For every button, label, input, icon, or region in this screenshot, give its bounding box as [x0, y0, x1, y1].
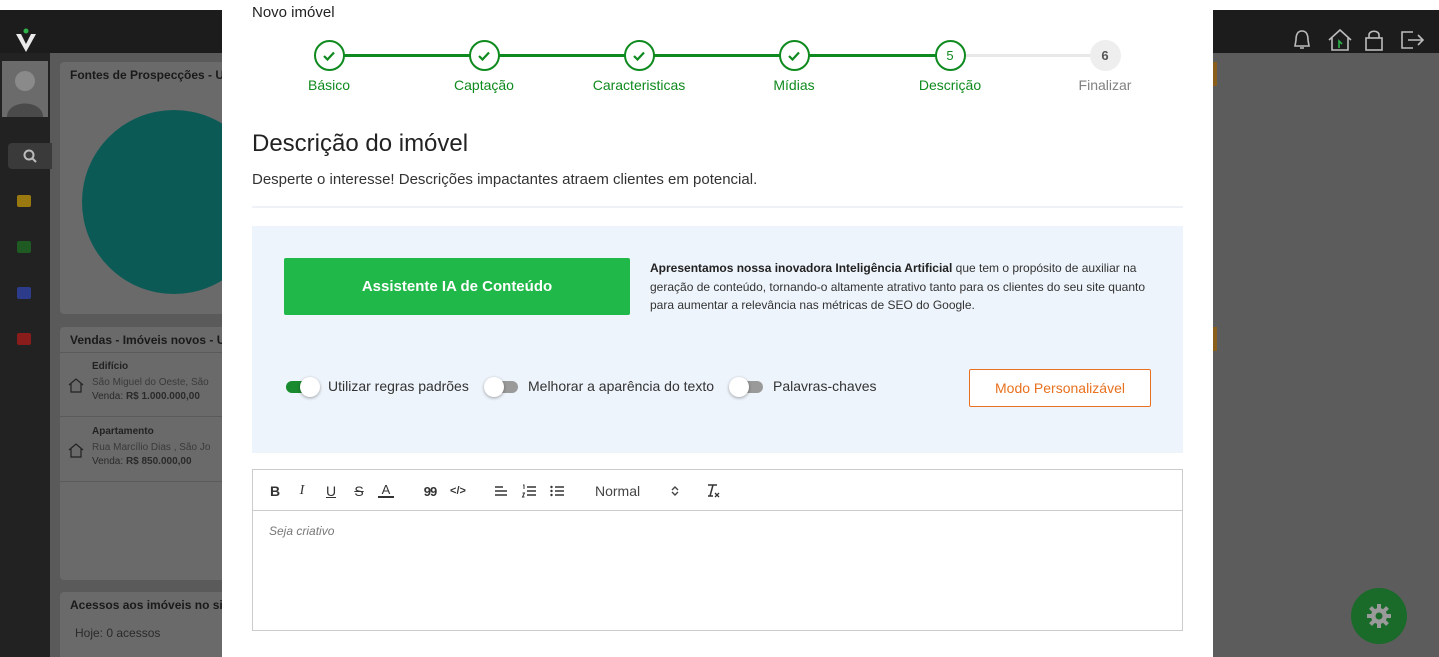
- avatar[interactable]: [2, 61, 48, 117]
- code-button[interactable]: </>: [448, 482, 468, 500]
- step-label: Mídias: [773, 77, 815, 93]
- format-select[interactable]: Normal: [595, 482, 679, 500]
- step-label: Captação: [454, 77, 514, 93]
- sales-panel-title: Vendas - Imóveis novos - U: [70, 333, 226, 347]
- sources-panel-title: Fontes de Prospecções - U: [70, 68, 225, 82]
- step-done-icon: [468, 40, 500, 71]
- step-done-icon: [313, 40, 345, 71]
- access-today-label: Hoje:: [75, 626, 104, 640]
- access-today-value: 0 acessos: [106, 626, 161, 640]
- description-editor: B I U S A 99 </> Normal Seja criativo: [252, 469, 1183, 631]
- section-heading: Descrição do imóvel: [252, 130, 469, 157]
- sale-price-label: Venda:: [92, 456, 124, 467]
- step-captacao[interactable]: Captação: [424, 40, 544, 93]
- sale-item-type: Apartamento: [92, 426, 154, 437]
- toggle-default-rules[interactable]: Utilizar regras padrões: [284, 376, 469, 397]
- sales-panel: Vendas - Imóveis novos - U Edifício São …: [60, 327, 230, 580]
- ordered-list-button[interactable]: [520, 482, 538, 500]
- ai-assistant-button[interactable]: Assistente IA de Conteúdo: [284, 258, 630, 315]
- italic-button[interactable]: I: [295, 482, 309, 500]
- new-property-modal: Novo imóvel Básico Captação Caracteristi…: [222, 0, 1213, 657]
- lock-icon[interactable]: [1363, 28, 1385, 52]
- toggle-label: Melhorar a aparência do texto: [528, 378, 714, 394]
- editor-toolbar: B I U S A 99 </> Normal: [253, 470, 1182, 511]
- dashboard-icon[interactable]: [17, 195, 31, 207]
- step-midias[interactable]: Mídias: [734, 40, 854, 93]
- access-panel-title: Acessos aos imóveis no si: [70, 598, 223, 612]
- sale-item-address: Rua Marcílio Dias , São Jo: [92, 442, 211, 453]
- underline-button[interactable]: U: [323, 482, 339, 500]
- toggle-label: Utilizar regras padrões: [328, 378, 469, 394]
- step-caracteristicas[interactable]: Caracteristicas: [579, 40, 699, 93]
- align-button[interactable]: [492, 482, 510, 500]
- step-label: Básico: [307, 77, 351, 93]
- step-done-icon: [623, 40, 655, 71]
- toggle-switch[interactable]: [729, 376, 765, 397]
- modal-title: Novo imóvel: [252, 4, 335, 21]
- toggle-label: Palavras-chaves: [773, 378, 877, 394]
- logo-icon: [16, 28, 36, 52]
- format-select-value: Normal: [595, 483, 641, 499]
- section-subheading: Desperte o interesse! Descrições impacta…: [252, 171, 758, 188]
- access-panel: Acessos aos imóveis no si Hoje: 0 acesso…: [60, 592, 230, 657]
- step-done-icon: [778, 40, 810, 71]
- settings-fab[interactable]: [1351, 588, 1407, 644]
- custom-mode-button[interactable]: Modo Personalizável: [969, 369, 1151, 407]
- ai-assistant-panel: Assistente IA de Conteúdo Apresentamos n…: [252, 226, 1183, 453]
- users-icon[interactable]: [17, 287, 31, 299]
- bullet-list-icon: [550, 485, 564, 497]
- select-arrows-icon: [671, 486, 679, 496]
- editor-placeholder[interactable]: Seja criativo: [269, 524, 334, 538]
- bold-button[interactable]: B: [267, 482, 283, 500]
- toggle-switch[interactable]: [284, 376, 320, 397]
- strike-button[interactable]: S: [351, 482, 367, 500]
- divider: [252, 206, 1183, 208]
- toggle-improve-text[interactable]: Melhorar a aparência do texto: [484, 376, 714, 397]
- text-color-button[interactable]: A: [378, 482, 394, 498]
- buildings-icon[interactable]: [17, 241, 31, 253]
- toggle-switch[interactable]: [484, 376, 520, 397]
- step-label: Caracteristicas: [592, 77, 686, 93]
- bell-icon[interactable]: [1291, 28, 1313, 52]
- step-label: Finalizar: [1078, 77, 1132, 93]
- logout-icon[interactable]: [1399, 28, 1425, 52]
- home-icon[interactable]: [1327, 28, 1352, 52]
- house-icon: [68, 378, 84, 393]
- panel-edge: [1213, 62, 1217, 86]
- ai-description: Apresentamos nossa inovadora Inteligênci…: [650, 259, 1160, 315]
- blockquote-button[interactable]: 99: [421, 482, 439, 500]
- bullet-list-button[interactable]: [548, 482, 566, 500]
- house-icon: [68, 443, 84, 458]
- sidebar: [0, 53, 52, 657]
- clear-format-icon: [708, 484, 720, 498]
- sale-item-address: São Miguel do Oeste, São: [92, 377, 209, 388]
- clear-format-button[interactable]: [705, 482, 721, 500]
- align-left-icon: [495, 486, 507, 496]
- step-number: 6: [1089, 40, 1121, 71]
- gear-icon: [1367, 604, 1391, 628]
- step-label: Descrição: [918, 77, 982, 93]
- ordered-list-icon: [521, 484, 536, 498]
- step-basico[interactable]: Básico: [269, 40, 389, 93]
- sale-price: R$ 1.000.000,00: [125, 391, 200, 402]
- toggle-keywords[interactable]: Palavras-chaves: [729, 376, 877, 397]
- sale-price-label: Venda:: [92, 391, 124, 402]
- right-background: [1213, 53, 1439, 657]
- step-descricao[interactable]: 5 Descrição: [890, 40, 1010, 93]
- step-number: 5: [934, 40, 966, 71]
- sidebar-search[interactable]: [8, 143, 52, 169]
- sale-item-type: Edifício: [92, 361, 129, 372]
- stepper: Básico Captação Caracteristicas Mídias 5…: [252, 38, 1183, 98]
- step-finalizar[interactable]: 6 Finalizar: [1045, 40, 1165, 93]
- sale-price: R$ 850.000,00: [125, 456, 192, 467]
- panel-edge: [1213, 327, 1217, 351]
- handshake-icon[interactable]: [17, 333, 31, 345]
- ai-description-bold: Apresentamos nossa inovadora Inteligênci…: [650, 261, 953, 275]
